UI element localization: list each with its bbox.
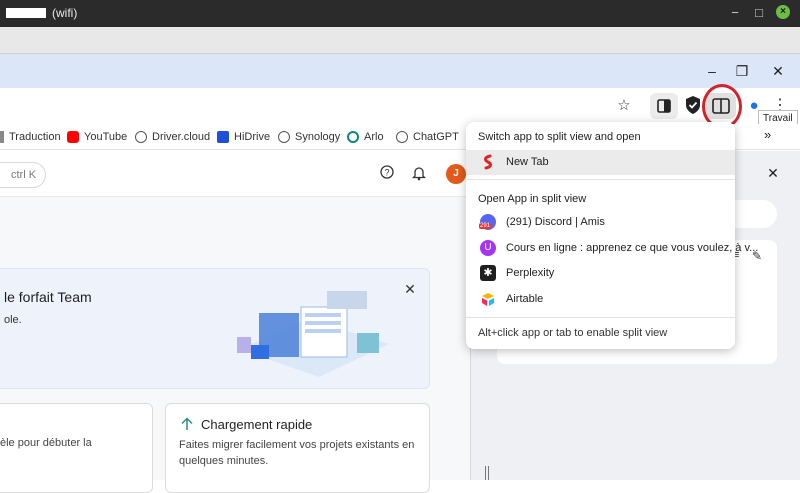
bookmark-hidrive[interactable]: HiDrive <box>217 129 270 145</box>
menu-divider <box>466 179 735 180</box>
menu-item-label: Airtable <box>506 293 544 305</box>
menu-item-perplexity[interactable]: ✱ Perplexity <box>480 262 554 284</box>
bookmark-driver-cloud[interactable]: Driver.cloud <box>135 129 210 145</box>
close-icon[interactable]: ✕ <box>766 62 790 80</box>
switch-app-header: Switch app to split view and open <box>478 131 641 143</box>
feature-card-description: Faites migrer facilement vos projets exi… <box>179 439 415 467</box>
bookmark-star-icon[interactable]: ☆ <box>612 95 636 117</box>
menu-item-new-tab[interactable]: New Tab <box>480 151 549 173</box>
youtube-icon <box>67 131 79 143</box>
svg-text:?: ? <box>384 168 389 178</box>
promo-banner <box>0 268 430 389</box>
search-input[interactable]: ctrl K <box>0 162 46 188</box>
globe-icon <box>396 131 408 143</box>
bookmark-label: Synology <box>295 131 341 143</box>
translate-icon <box>0 131 4 143</box>
os-minimize-icon[interactable]: − <box>726 4 744 22</box>
restore-icon[interactable]: ❐ <box>730 62 754 80</box>
bookmark-label: Arlo <box>364 131 384 143</box>
browser-toolbar <box>0 88 800 124</box>
os-menu-strip <box>0 27 800 54</box>
menu-item-airtable[interactable]: Airtable <box>480 288 543 310</box>
bookmark-label: HiDrive <box>234 131 271 143</box>
os-window-title: (wifi) <box>52 6 78 20</box>
arlo-icon <box>347 131 359 143</box>
side-panel-close-icon[interactable]: ✕ <box>765 165 781 181</box>
bookmark-chatgpt[interactable]: ChatGPT <box>396 129 459 145</box>
redacted-text <box>6 8 46 18</box>
help-icon[interactable]: ? <box>377 165 397 185</box>
os-close-icon[interactable]: × <box>776 5 790 19</box>
bookmark-label: Traduction <box>9 131 61 143</box>
menu-divider <box>466 317 735 318</box>
menu-item-label: (291) Discord | Amis <box>506 216 605 228</box>
os-maximize-icon[interactable]: □ <box>750 4 768 22</box>
perplexity-icon: ✱ <box>480 265 496 281</box>
bell-icon[interactable] <box>409 165 429 185</box>
menu-item-label: Cours en ligne : apprenez ce que vous vo… <box>506 242 759 254</box>
open-app-header: Open App in split view <box>478 193 587 205</box>
bookmark-traduction[interactable]: Traduction <box>0 129 61 145</box>
banner-illustration-icon <box>237 291 389 377</box>
minimize-icon[interactable]: – <box>700 62 724 80</box>
menu-item-discord[interactable]: 291 (291) Discord | Amis <box>479 211 605 233</box>
page-header <box>0 151 470 197</box>
banner-title: le forfait Team <box>4 289 92 305</box>
bookmark-label: YouTube <box>84 131 128 143</box>
side-panel-button[interactable] <box>650 93 678 119</box>
feature-card-text: èle pour débuter la <box>0 437 92 449</box>
double-chevron-icon[interactable]: » <box>764 127 771 142</box>
banner-close-icon[interactable]: ✕ <box>402 281 418 297</box>
globe-icon <box>278 131 290 143</box>
browser-titlebar <box>0 54 800 88</box>
bookmark-label: ChatGPT <box>413 131 459 143</box>
globe-icon <box>135 131 147 143</box>
udemy-icon: U <box>480 240 496 256</box>
search-shortcut-hint: ctrl K <box>11 169 37 181</box>
bookmark-label: Driver.cloud <box>152 131 211 143</box>
hidrive-icon <box>217 131 229 143</box>
resize-handle[interactable] <box>485 466 489 480</box>
menu-item-label: New Tab <box>506 156 549 168</box>
menu-item-udemy[interactable]: U Cours en ligne : apprenez ce que vous … <box>480 237 758 259</box>
menu-footer-hint: Alt+click app or tab to enable split vie… <box>478 327 668 339</box>
airtable-icon <box>480 291 496 307</box>
avatar[interactable]: J <box>446 164 466 184</box>
arrow-up-icon <box>180 417 194 431</box>
discord-icon: 291 <box>479 214 496 230</box>
feature-card-title: Chargement rapide <box>201 417 313 432</box>
os-titlebar <box>0 0 800 27</box>
bookmark-synology[interactable]: Synology <box>278 129 340 145</box>
menu-item-label: Perplexity <box>506 267 555 279</box>
bookmark-arlo[interactable]: Arlo <box>347 129 384 145</box>
bookmark-youtube[interactable]: YouTube <box>67 129 127 145</box>
new-tab-icon <box>480 154 496 170</box>
banner-subtitle: ole. <box>4 314 22 326</box>
